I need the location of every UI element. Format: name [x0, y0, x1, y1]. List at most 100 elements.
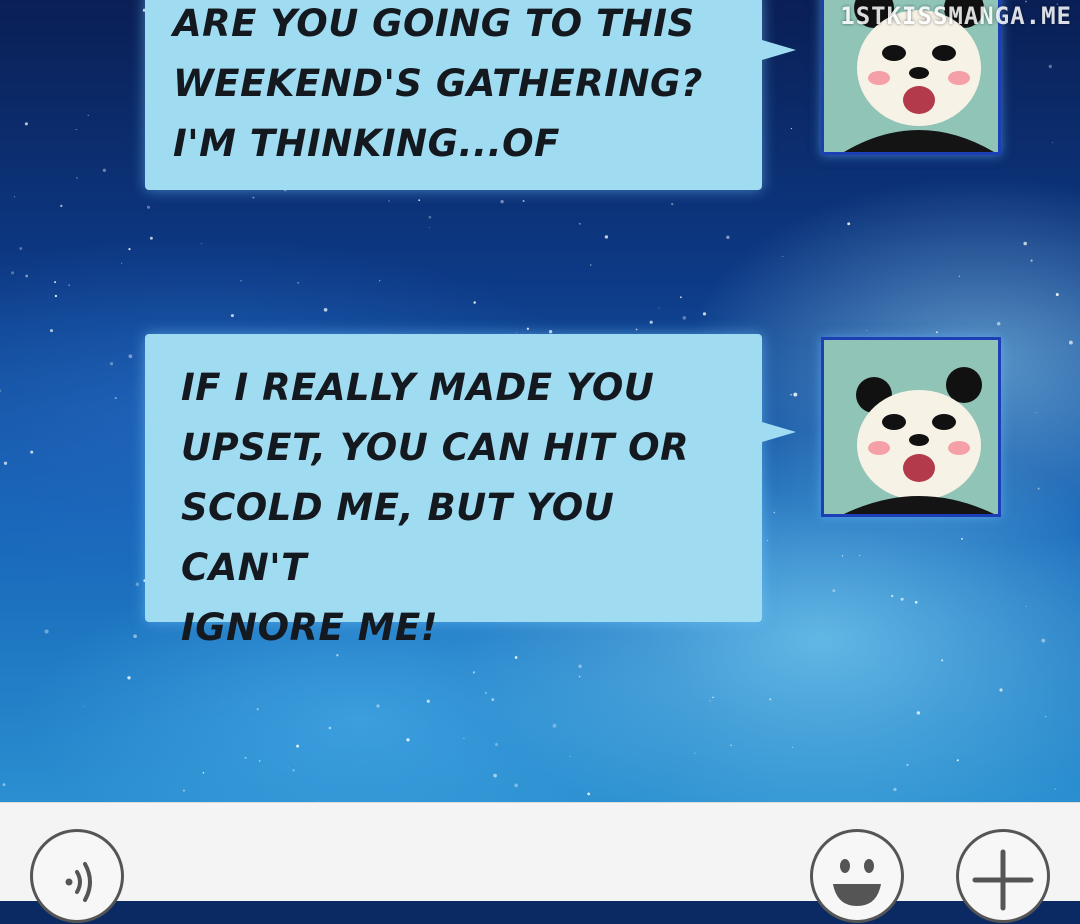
star — [500, 199, 504, 204]
star — [782, 256, 784, 258]
chat-input-toolbar — [0, 802, 1080, 923]
star — [202, 771, 205, 774]
star — [790, 127, 793, 130]
star — [54, 281, 57, 284]
star — [859, 554, 861, 556]
star — [24, 122, 28, 126]
star — [76, 177, 78, 179]
star — [914, 600, 918, 604]
star — [730, 744, 732, 746]
watermark: 1STKISSMANGA.ME — [840, 2, 1072, 30]
star — [2, 783, 6, 787]
star — [841, 555, 844, 557]
message-bubble[interactable]: IF I REALLY MADE YOU UPSET, YOU CAN HIT … — [145, 334, 796, 649]
star — [121, 262, 123, 264]
star — [128, 354, 133, 359]
panda-avatar-icon[interactable] — [821, 337, 1001, 517]
star — [604, 235, 609, 239]
star — [941, 659, 944, 662]
star — [1055, 292, 1059, 297]
star — [961, 537, 963, 540]
star — [147, 205, 150, 209]
star — [773, 511, 776, 514]
star — [999, 688, 1003, 692]
star — [1030, 259, 1033, 262]
star — [25, 274, 29, 278]
star — [328, 726, 332, 730]
star — [429, 227, 430, 229]
star — [11, 271, 15, 275]
star — [54, 294, 58, 298]
star — [792, 746, 793, 748]
star — [75, 128, 77, 131]
star — [30, 450, 34, 454]
voice-input-button[interactable] — [30, 829, 124, 923]
star — [635, 328, 638, 331]
star — [102, 168, 107, 172]
star — [292, 769, 295, 772]
star — [847, 222, 851, 226]
star — [515, 332, 517, 334]
star — [552, 723, 557, 728]
star — [682, 316, 687, 320]
message-text: IF I REALLY MADE YOU UPSET, YOU CAN HIT … — [181, 366, 690, 649]
star — [769, 698, 772, 701]
star — [87, 114, 89, 117]
star — [323, 307, 328, 312]
star — [866, 329, 868, 332]
star — [244, 756, 247, 759]
star — [182, 789, 186, 792]
star — [50, 329, 53, 333]
plus-icon — [972, 849, 1034, 911]
message-text: ARE YOU GOING TO THIS WEEKEND'S GATHERIN… — [173, 2, 703, 165]
star — [671, 202, 674, 206]
star — [388, 200, 390, 202]
star — [472, 671, 476, 674]
star — [495, 742, 498, 746]
star — [548, 330, 553, 334]
star — [1025, 605, 1027, 607]
star — [19, 247, 23, 250]
star — [709, 700, 711, 702]
star — [1054, 788, 1057, 790]
star — [578, 222, 581, 225]
star — [379, 280, 381, 282]
star — [790, 393, 792, 396]
message-bubble[interactable]: ARE YOU GOING TO THIS WEEKEND'S GATHERIN… — [145, 0, 796, 190]
star — [491, 698, 495, 701]
smiley-emoji-icon — [833, 859, 881, 906]
star — [793, 392, 798, 397]
star — [60, 204, 63, 208]
star — [406, 738, 410, 742]
star — [428, 215, 432, 219]
emoji-button[interactable] — [810, 829, 904, 923]
star — [514, 783, 518, 788]
star — [376, 704, 380, 708]
star — [114, 397, 117, 400]
star — [649, 320, 653, 324]
star — [463, 737, 465, 740]
more-options-button[interactable] — [956, 829, 1050, 923]
star — [0, 389, 2, 392]
star — [587, 792, 591, 796]
star — [109, 362, 114, 366]
star — [726, 235, 730, 239]
star — [418, 199, 421, 202]
star — [256, 707, 259, 711]
star — [44, 629, 49, 634]
chat-area[interactable]: ARE YOU GOING TO THIS WEEKEND'S GATHERIN… — [0, 0, 1080, 802]
voice-input-icon — [65, 862, 92, 902]
star — [680, 296, 682, 299]
star — [493, 773, 497, 778]
star — [1048, 64, 1053, 69]
star — [996, 321, 1001, 326]
star — [916, 711, 921, 715]
star — [1041, 638, 1046, 643]
star — [1044, 715, 1047, 718]
star — [1068, 340, 1073, 345]
star — [3, 461, 8, 465]
star — [702, 312, 707, 316]
star — [522, 199, 525, 203]
star — [956, 759, 959, 762]
star — [935, 331, 938, 334]
